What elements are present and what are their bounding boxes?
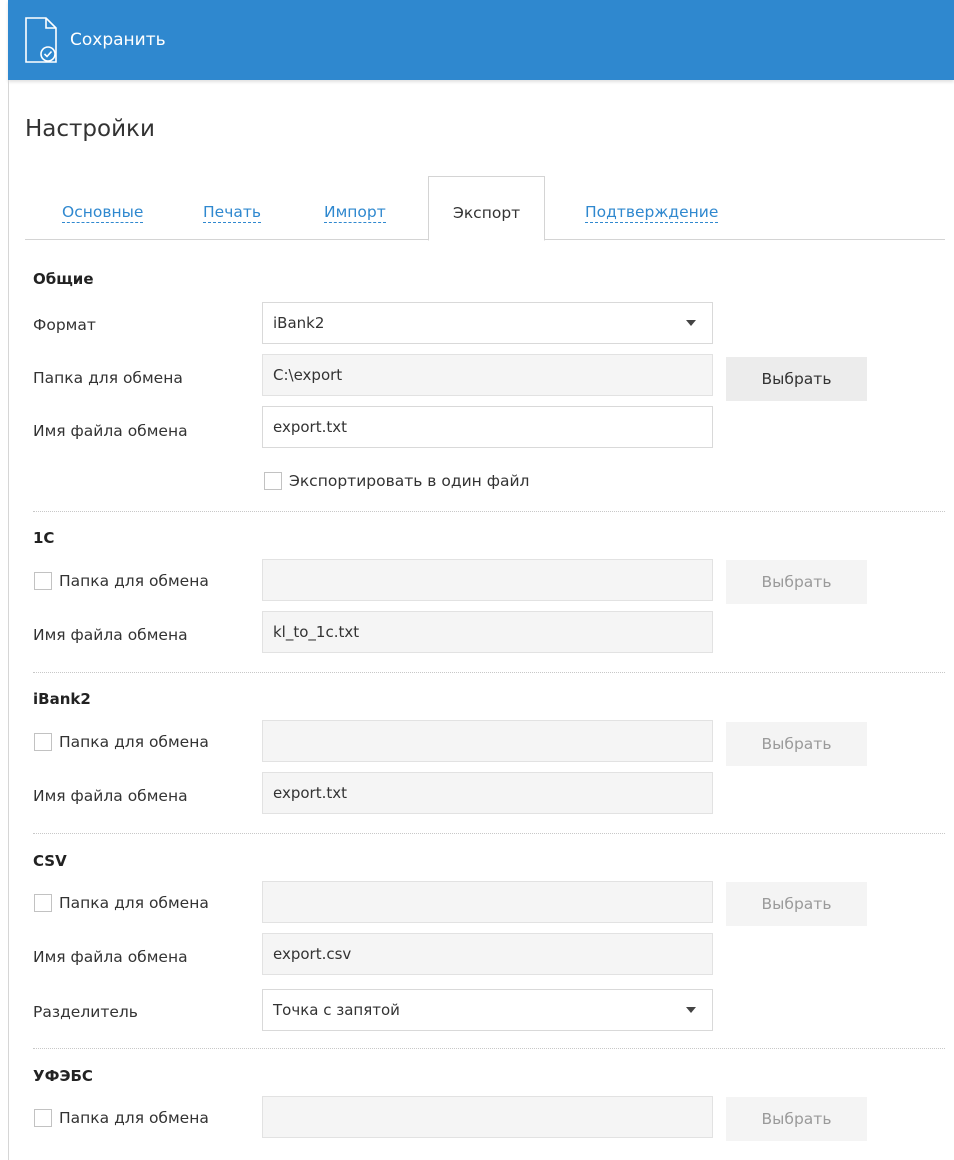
section-divider (33, 1048, 945, 1049)
tab-print[interactable]: Печать (203, 202, 262, 223)
csv-filename-value: export.csv (273, 945, 352, 963)
csv-choose-button[interactable]: Выбрать (726, 882, 867, 926)
tab-confirmation[interactable]: Подтверждение (585, 202, 719, 223)
onec-filename-value: kl_to_1c.txt (273, 623, 360, 641)
csv-folder-label: Папка для обмена (59, 894, 209, 912)
single-file-label: Экспортировать в один файл (289, 472, 530, 490)
section-csv-title: CSV (33, 852, 67, 870)
ibank2-folder-label: Папка для обмена (59, 733, 209, 751)
format-value: iBank2 (273, 314, 325, 332)
single-file-checkbox[interactable] (264, 472, 282, 490)
single-file-checkbox-row[interactable]: Экспортировать в один файл (264, 472, 529, 490)
csv-separator-value: Точка с запятой (273, 1001, 400, 1019)
csv-filename-input[interactable]: export.csv (262, 933, 713, 975)
general-filename-value: export.txt (273, 418, 347, 436)
ibank2-folder-field[interactable] (262, 720, 713, 762)
page-title: Настройки (25, 116, 155, 142)
section-divider (33, 511, 945, 512)
general-folder-field[interactable]: C:\export (262, 354, 713, 396)
chevron-down-icon (686, 320, 696, 326)
ibank2-filename-value: export.txt (273, 784, 347, 802)
csv-separator-select[interactable]: Точка с запятой (262, 989, 713, 1031)
tab-bar: Основные Печать Импорт Экспорт Подтвержд… (25, 176, 945, 241)
section-ibank2-title: iBank2 (33, 690, 91, 708)
onec-folder-checkbox-row[interactable]: Папка для обмена (34, 572, 209, 590)
left-border (8, 80, 9, 1160)
section-general-title: Общие (33, 270, 94, 288)
section-divider (33, 833, 945, 834)
csv-separator-label: Разделитель (33, 1003, 138, 1021)
general-folder-value: C:\export (273, 366, 343, 384)
ufebs-folder-checkbox[interactable] (34, 1109, 52, 1127)
onec-filename-input[interactable]: kl_to_1c.txt (262, 611, 713, 653)
ibank2-choose-button[interactable]: Выбрать (726, 722, 867, 766)
ufebs-folder-label: Папка для обмена (59, 1109, 209, 1127)
onec-folder-label: Папка для обмена (59, 572, 209, 590)
top-toolbar: Сохранить (8, 0, 954, 80)
general-filename-input[interactable]: export.txt (262, 406, 713, 448)
general-folder-label: Папка для обмена (33, 369, 183, 387)
onec-filename-label: Имя файла обмена (33, 626, 188, 644)
section-ufebs-title: УФЭБС (33, 1067, 93, 1085)
general-choose-button[interactable]: Выбрать (726, 357, 867, 401)
ibank2-filename-input[interactable]: export.txt (262, 772, 713, 814)
tab-general[interactable]: Основные (62, 202, 144, 223)
ufebs-choose-button[interactable]: Выбрать (726, 1097, 867, 1141)
ibank2-folder-checkbox[interactable] (34, 733, 52, 751)
section-divider (33, 672, 945, 673)
csv-folder-checkbox[interactable] (34, 894, 52, 912)
format-select[interactable]: iBank2 (262, 302, 713, 344)
chevron-down-icon (686, 1007, 696, 1013)
save-label: Сохранить (70, 30, 166, 50)
csv-folder-checkbox-row[interactable]: Папка для обмена (34, 894, 209, 912)
ibank2-filename-label: Имя файла обмена (33, 787, 188, 805)
ibank2-folder-checkbox-row[interactable]: Папка для обмена (34, 733, 209, 751)
section-1c-title: 1С (33, 529, 55, 547)
document-check-icon (25, 17, 57, 63)
format-label: Формат (33, 316, 96, 334)
tab-import[interactable]: Импорт (324, 202, 386, 223)
onec-folder-checkbox[interactable] (34, 572, 52, 590)
csv-folder-field[interactable] (262, 881, 713, 923)
onec-folder-field[interactable] (262, 559, 713, 601)
save-button[interactable]: Сохранить (24, 16, 166, 64)
csv-filename-label: Имя файла обмена (33, 948, 188, 966)
tab-export[interactable]: Экспорт (428, 176, 546, 241)
ufebs-folder-checkbox-row[interactable]: Папка для обмена (34, 1109, 209, 1127)
ufebs-folder-field[interactable] (262, 1096, 713, 1138)
onec-choose-button[interactable]: Выбрать (726, 560, 867, 604)
general-filename-label: Имя файла обмена (33, 422, 188, 440)
